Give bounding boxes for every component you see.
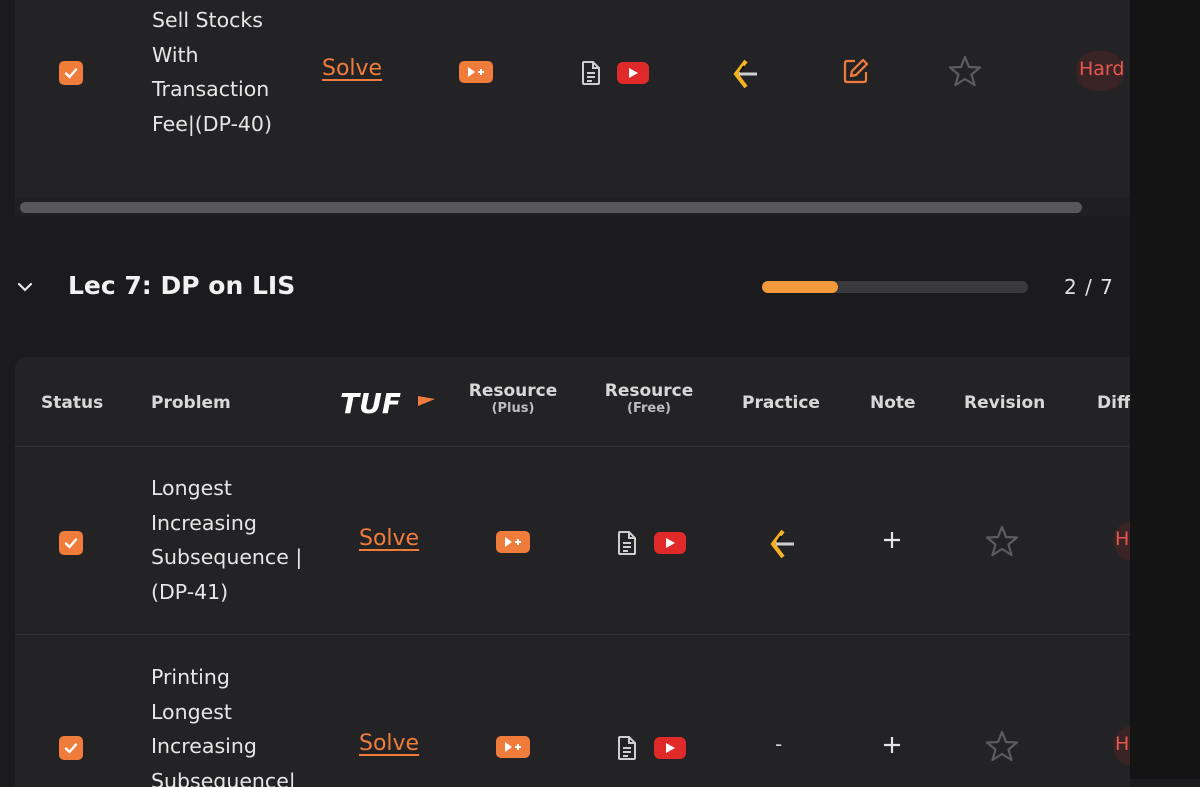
difficulty-label: H bbox=[1115, 528, 1130, 550]
right-gutter bbox=[1130, 0, 1200, 779]
difficulty-label: Hard bbox=[1079, 58, 1125, 80]
header-revision: Revision bbox=[964, 393, 1046, 413]
checkmark-icon bbox=[64, 68, 78, 79]
problem-title: Longest Increasing Subsequence | (DP-41) bbox=[151, 476, 303, 604]
horizontal-scrollbar-thumb[interactable] bbox=[20, 202, 1082, 213]
table-row: Longest Increasing Subsequence | (DP-41)… bbox=[15, 446, 1130, 635]
difficulty-label: H bbox=[1115, 733, 1130, 755]
section-progress-text: 2 / 7 bbox=[1064, 275, 1114, 299]
checkmark-icon bbox=[64, 743, 78, 754]
header-note: Note bbox=[870, 393, 916, 413]
header-resource-free-sub: (Free) bbox=[627, 401, 671, 416]
play-plus-icon[interactable] bbox=[496, 736, 530, 758]
plus-icon[interactable] bbox=[882, 530, 902, 554]
edit-note-icon[interactable] bbox=[843, 58, 869, 88]
header-difficulty: Diff bbox=[1097, 393, 1130, 413]
checkmark-icon bbox=[64, 538, 78, 549]
tuf-logo: TUF bbox=[338, 387, 438, 421]
header-status: Status bbox=[41, 393, 104, 413]
article-icon[interactable] bbox=[581, 61, 601, 89]
chevron-down-icon[interactable] bbox=[16, 278, 34, 300]
article-icon[interactable] bbox=[617, 531, 637, 559]
previous-section-table: Sell Stocks With Transaction Fee|(DP-40)… bbox=[15, 0, 1130, 216]
problem-title: Printing Longest Increasing Subsequence| bbox=[151, 665, 296, 787]
header-resource-plus-label: Resource bbox=[468, 381, 558, 401]
star-icon[interactable] bbox=[985, 730, 1019, 766]
star-icon[interactable] bbox=[985, 525, 1019, 561]
problem-title: Sell Stocks With Transaction Fee|(DP-40) bbox=[152, 8, 272, 136]
section-progress-fill bbox=[762, 281, 838, 293]
header-problem: Problem bbox=[151, 393, 231, 413]
youtube-icon[interactable] bbox=[654, 737, 686, 759]
solve-link[interactable]: Solve bbox=[322, 56, 382, 81]
header-resource-plus-sub: (Plus) bbox=[491, 401, 535, 416]
practice-placeholder: - bbox=[775, 732, 783, 756]
article-icon[interactable] bbox=[617, 736, 637, 764]
svg-text:TUF: TUF bbox=[340, 387, 401, 417]
table-header: Status Problem TUF Resource (Plus) Resou… bbox=[15, 357, 1130, 447]
header-resource-free-label: Resource bbox=[604, 381, 694, 401]
header-practice: Practice bbox=[742, 393, 820, 413]
status-checkbox[interactable] bbox=[59, 531, 83, 555]
play-plus-icon[interactable] bbox=[496, 531, 530, 553]
section-table: Status Problem TUF Resource (Plus) Resou… bbox=[15, 357, 1130, 787]
solve-link[interactable]: Solve bbox=[359, 526, 419, 551]
star-icon[interactable] bbox=[948, 55, 982, 91]
play-plus-icon[interactable] bbox=[459, 61, 493, 83]
youtube-icon[interactable] bbox=[617, 62, 649, 84]
solve-link[interactable]: Solve bbox=[359, 731, 419, 756]
status-checkbox[interactable] bbox=[59, 61, 83, 85]
header-resource-plus: Resource (Plus) bbox=[463, 381, 563, 416]
table-row: Sell Stocks With Transaction Fee|(DP-40)… bbox=[15, 0, 1130, 198]
plus-icon[interactable] bbox=[882, 735, 902, 759]
table-row: Printing Longest Increasing Subsequence|… bbox=[15, 634, 1130, 787]
youtube-icon[interactable] bbox=[654, 532, 686, 554]
header-resource-free: Resource (Free) bbox=[599, 381, 699, 416]
codestudio-icon[interactable] bbox=[730, 58, 760, 94]
section-progress-bar bbox=[762, 281, 1028, 293]
status-checkbox[interactable] bbox=[59, 736, 83, 760]
codestudio-icon[interactable] bbox=[767, 528, 797, 564]
section-title[interactable]: Lec 7: DP on LIS bbox=[68, 271, 295, 300]
